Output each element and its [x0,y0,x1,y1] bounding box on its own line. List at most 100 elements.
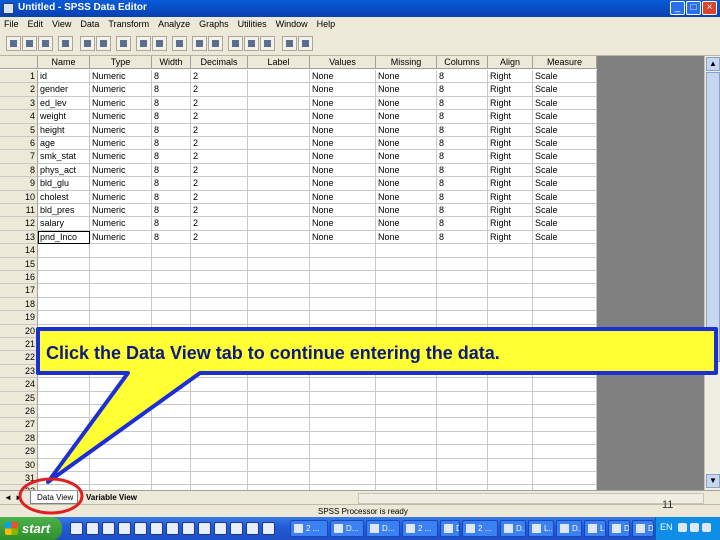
grid-cell[interactable] [152,284,191,298]
grid-cell[interactable]: Numeric [90,83,152,97]
grid-cell[interactable] [248,284,310,298]
language-indicator[interactable]: EN [660,522,673,532]
grid-cell[interactable]: None [310,204,376,218]
undo-icon[interactable] [80,36,95,51]
row-number[interactable]: 2 [0,83,38,97]
grid-cell[interactable] [488,458,533,472]
grid-cell[interactable] [437,271,488,285]
grid-cell[interactable] [376,391,437,405]
tray-icon[interactable] [702,523,711,532]
taskbar-task[interactable]: L... [528,520,554,537]
row-number[interactable]: 26 [0,405,38,419]
grid-cell[interactable]: None [310,70,376,84]
row-number[interactable]: 12 [0,217,38,231]
grid-cell[interactable] [152,391,191,405]
grid-cell[interactable]: None [310,163,376,178]
insert-case-icon[interactable] [192,36,207,51]
grid-cell[interactable] [152,445,191,459]
grid-cell[interactable]: Right [488,190,533,204]
grid-cell[interactable]: 8 [152,110,191,124]
grid-cell[interactable] [152,311,191,325]
grid-cell[interactable] [310,445,376,459]
quicklaunch-icon[interactable] [246,522,259,535]
row-number[interactable]: 3 [0,96,38,111]
grid-cell[interactable] [488,311,533,325]
grid-cell[interactable] [248,378,310,392]
row-number[interactable]: 13 [0,230,38,245]
dialog-recall-icon[interactable] [58,36,73,51]
taskbar-task[interactable]: D... [500,520,526,537]
grid-cell[interactable] [38,297,90,312]
grid-cell[interactable]: Right [488,137,533,151]
grid-cell[interactable]: Right [488,204,533,218]
grid-cell[interactable] [90,311,152,325]
grid-cell[interactable] [376,311,437,325]
grid-cell[interactable] [437,257,488,271]
grid-cell[interactable] [533,311,597,325]
grid-cell[interactable]: Right [488,70,533,84]
grid-cell[interactable] [310,324,376,338]
grid-cell[interactable]: 8 [437,230,488,245]
grid-cell[interactable] [376,271,437,285]
quicklaunch-icon[interactable] [118,522,131,535]
grid-cell[interactable]: Right [488,96,533,111]
grid-cell[interactable] [38,405,90,419]
scroll-down-icon[interactable]: ▼ [706,474,720,488]
find-icon[interactable] [172,36,187,51]
grid-cell[interactable] [152,297,191,312]
grid-cell[interactable] [90,418,152,432]
quicklaunch-icon[interactable] [230,522,243,535]
row-number[interactable]: 4 [0,110,38,124]
grid-cell[interactable]: Numeric [90,96,152,111]
grid-cell[interactable] [90,324,152,338]
grid-cell[interactable]: 8 [152,177,191,191]
grid-cell[interactable] [488,244,533,258]
tray-icon[interactable] [690,523,699,532]
grid-cell[interactable] [533,458,597,472]
grid-cell[interactable]: None [310,83,376,97]
menu-window[interactable]: Window [276,17,308,31]
grid-cell[interactable] [533,271,597,285]
grid-cell[interactable]: Scale [533,230,597,245]
grid-cell[interactable] [310,271,376,285]
grid-cell[interactable] [90,284,152,298]
column-header[interactable]: Decimals [191,56,248,69]
taskbar-task[interactable]: 2 ... [402,520,438,537]
quicklaunch-icon[interactable] [166,522,179,535]
grid-cell[interactable] [310,472,376,486]
grid-cell[interactable]: 8 [152,96,191,111]
grid-cell[interactable] [248,458,310,472]
grid-cell[interactable] [376,458,437,472]
grid-cell[interactable] [376,445,437,459]
quicklaunch-icon[interactable] [86,522,99,535]
grid-cell[interactable]: 8 [152,137,191,151]
grid-cell[interactable]: Numeric [90,123,152,137]
grid-cell[interactable]: weight [38,110,90,124]
row-number[interactable]: 10 [0,190,38,204]
grid-cell[interactable] [90,458,152,472]
tab-next-icon[interactable]: ► [14,492,24,504]
row-number[interactable]: 15 [0,257,38,271]
grid-cell[interactable] [248,137,310,151]
insert-variable-icon[interactable] [208,36,223,51]
grid-cell[interactable]: bld_pres [38,204,90,218]
row-number[interactable]: 9 [0,177,38,191]
grid-cell[interactable] [152,418,191,432]
split-file-icon[interactable] [228,36,243,51]
grid-cell[interactable] [488,405,533,419]
grid-cell[interactable]: 2 [191,137,248,151]
grid-cell[interactable] [437,324,488,338]
grid-cell[interactable] [488,445,533,459]
grid-cell[interactable]: Numeric [90,110,152,124]
grid-cell[interactable]: 2 [191,110,248,124]
grid-cell[interactable]: None [376,83,437,97]
grid-cell[interactable]: 8 [437,204,488,218]
column-header[interactable]: Name [38,56,90,69]
grid-cell[interactable]: None [376,96,437,111]
grid-cell[interactable] [533,297,597,312]
grid-cell[interactable] [90,257,152,271]
grid-cell[interactable] [437,445,488,459]
grid-cell[interactable]: phys_act [38,163,90,178]
grid-cell[interactable] [533,445,597,459]
grid-cell[interactable] [38,458,90,472]
